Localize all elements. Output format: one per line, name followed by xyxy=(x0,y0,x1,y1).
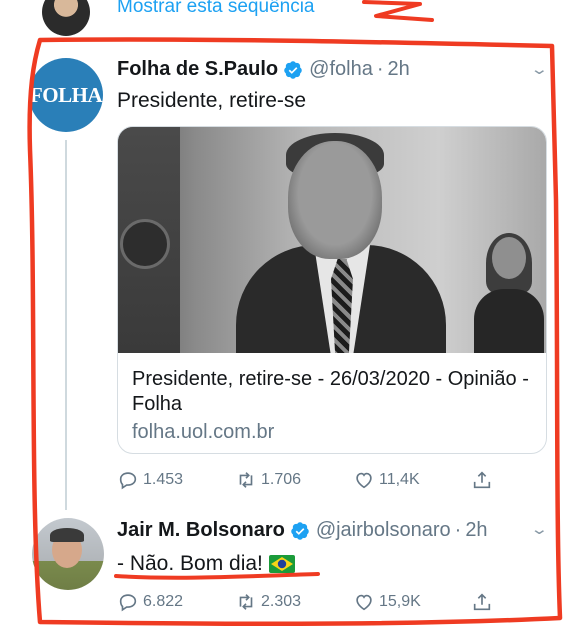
card-body: Presidente, retire-se - 26/03/2020 - Opi… xyxy=(118,353,546,444)
retweet-icon xyxy=(239,594,253,610)
time-separator: · xyxy=(376,58,384,80)
jair-tweet-header: Jair M. Bolsonaro @jairbolsonaro · 2h xyxy=(117,519,488,542)
chevron-down-icon[interactable]: ⌄ xyxy=(530,60,549,78)
reply-count: 1.453 xyxy=(143,471,184,488)
jair-avatar[interactable] xyxy=(32,518,104,590)
sign-language-interpreter xyxy=(470,233,544,353)
share-icon xyxy=(473,593,491,611)
card-title: Presidente, retire-se - 26/03/2020 - Opi… xyxy=(132,368,529,415)
jair-tweet-text-row: - Não. Bom dia! xyxy=(117,552,295,576)
folha-display-name[interactable]: Folha de S.Paulo xyxy=(117,58,278,81)
folha-tweet-text: Presidente, retire-se xyxy=(117,89,307,112)
retweet-count: 1.706 xyxy=(261,471,302,488)
heart-icon xyxy=(356,472,372,489)
retweet-count: 2.303 xyxy=(261,593,302,610)
share-icon xyxy=(473,471,491,489)
folha-avatar[interactable]: FOLHA xyxy=(29,58,103,132)
reply-icon xyxy=(119,472,137,490)
reply-count: 6.822 xyxy=(143,593,184,610)
verified-badge-icon xyxy=(284,60,302,79)
verified-badge-icon xyxy=(291,521,309,540)
thread-author-avatar[interactable] xyxy=(42,0,90,36)
share-button[interactable] xyxy=(471,467,511,493)
like-count: 11,4K xyxy=(379,471,420,488)
folha-handle[interactable]: @folha xyxy=(309,58,373,81)
speaker-head xyxy=(288,141,382,259)
heart-icon xyxy=(356,594,372,611)
flag-background xyxy=(118,127,180,353)
jair-tweet-text: - Não. Bom dia! xyxy=(117,552,263,575)
chevron-down-icon[interactable]: ⌄ xyxy=(530,520,549,538)
folha-tweet-actions: 1.453 1.706 11,4K xyxy=(117,467,547,493)
thread-connector-line xyxy=(65,140,67,510)
brazil-flag-icon xyxy=(268,555,295,573)
time-separator: · xyxy=(454,519,462,541)
share-button[interactable] xyxy=(471,589,511,615)
card-domain: folha.uol.com.br xyxy=(132,421,275,443)
jair-tweet-time[interactable]: 2h xyxy=(465,519,487,542)
reply-button[interactable]: 6.822 xyxy=(117,589,235,615)
like-button[interactable]: 11,4K xyxy=(353,467,471,493)
retweet-button[interactable]: 2.303 xyxy=(235,589,353,615)
like-button[interactable]: 15,9K xyxy=(353,589,471,615)
card-photo xyxy=(118,127,546,353)
reply-icon xyxy=(119,594,137,612)
jair-handle[interactable]: @jairbolsonaro xyxy=(316,519,451,542)
reply-button[interactable]: 1.453 xyxy=(117,467,235,493)
jair-display-name[interactable]: Jair M. Bolsonaro xyxy=(117,519,285,542)
retweet-button[interactable]: 1.706 xyxy=(235,467,353,493)
link-preview-card[interactable]: Presidente, retire-se - 26/03/2020 - Opi… xyxy=(117,126,547,454)
jair-tweet-actions: 6.822 2.303 15,9K xyxy=(117,589,547,615)
like-count: 15,9K xyxy=(379,593,421,610)
retweet-icon xyxy=(239,472,253,488)
folha-tweet-time[interactable]: 2h xyxy=(387,58,409,81)
folha-tweet-header: Folha de S.Paulo @folha · 2h xyxy=(117,58,410,81)
show-thread-link[interactable]: Mostrar esta sequência xyxy=(117,0,315,18)
folha-avatar-logo-text: FOLHA xyxy=(29,82,103,107)
